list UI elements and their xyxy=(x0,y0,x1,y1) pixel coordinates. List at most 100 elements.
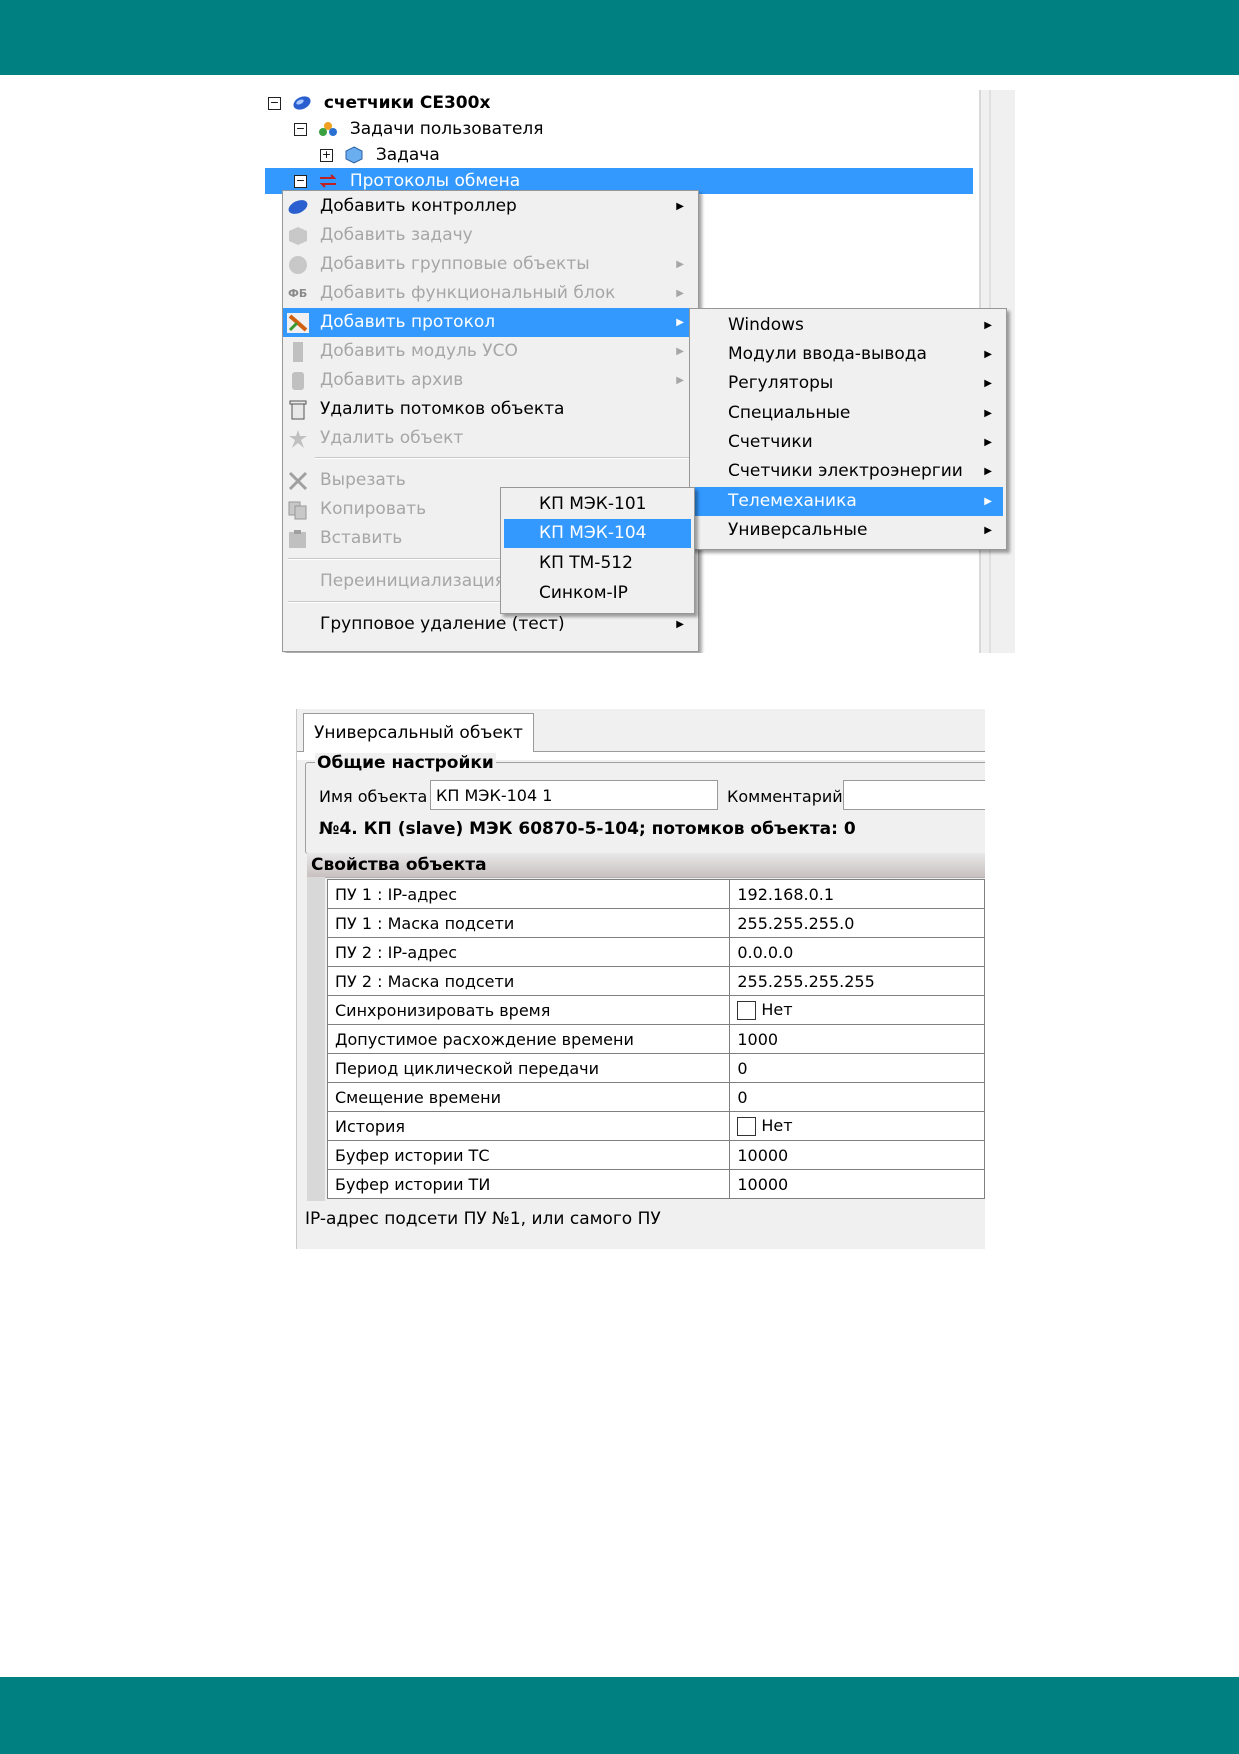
task-icon xyxy=(289,227,307,245)
menu-delete-object[interactable]: Удалить объект xyxy=(283,424,698,453)
menu-group-delete[interactable]: Групповое удаление (тест) ▶ xyxy=(283,610,698,639)
cut-icon xyxy=(288,471,308,491)
object-name-field[interactable]: КП МЭК-104 1 xyxy=(430,780,718,810)
tree-item-label: счетчики CE300x xyxy=(323,93,491,113)
submenu-arrow-icon: ▶ xyxy=(984,320,992,331)
controller-icon xyxy=(293,96,311,110)
submenu-telemechanics[interactable]: Телемеханика ▶ xyxy=(693,487,1003,516)
submenu-arrow-icon: ▶ xyxy=(984,437,992,448)
menu-add-archive[interactable]: Добавить архив ▶ xyxy=(283,366,698,395)
table-row[interactable]: Синхронизировать время Нет xyxy=(326,995,985,1025)
submenu-arrow-icon: ▶ xyxy=(676,619,684,630)
property-value[interactable]: 0.0.0.0 xyxy=(729,937,985,967)
table-row[interactable]: ПУ 2 : IP-адрес 0.0.0.0 xyxy=(326,937,985,967)
tab-universal-object[interactable]: Универсальный объект xyxy=(303,713,534,752)
function-block-icon: ФБ xyxy=(288,287,308,300)
table-row[interactable]: Смещение времени 0 xyxy=(326,1082,985,1112)
property-name: История xyxy=(326,1111,731,1141)
table-row[interactable]: Буфер истории ТС 10000 xyxy=(326,1140,985,1170)
submenu-universal[interactable]: Универсальные ▶ xyxy=(690,516,1006,545)
controller-icon xyxy=(288,200,308,214)
expand-icon[interactable]: + xyxy=(320,148,333,162)
tree-item-label: Протоколы обмена xyxy=(349,171,521,191)
properties-header: Свойства объекта xyxy=(307,853,985,878)
submenu-arrow-icon: ▶ xyxy=(984,525,992,536)
checkbox-label: Нет xyxy=(761,1116,793,1135)
collapse-icon[interactable]: − xyxy=(268,96,281,110)
copy-icon xyxy=(288,501,307,520)
submenu-sinkom-ip[interactable]: Синком-IP xyxy=(501,579,694,608)
table-row[interactable]: Допустимое расхождение времени 1000 xyxy=(326,1024,985,1054)
submenu-arrow-icon: ▶ xyxy=(984,378,992,389)
paste-icon xyxy=(289,530,306,548)
submenu-regulators[interactable]: Регуляторы ▶ xyxy=(690,369,1006,398)
property-value[interactable]: 10000 xyxy=(729,1140,985,1170)
comment-field[interactable] xyxy=(843,780,985,810)
menu-separator xyxy=(315,457,695,459)
submenu-io-modules[interactable]: Модули ввода-вывода ▶ xyxy=(690,340,1006,369)
tree-item-root[interactable]: − счетчики CE300x xyxy=(268,90,490,116)
property-name: Буфер истории ТИ xyxy=(326,1169,731,1199)
archive-icon xyxy=(292,372,304,390)
object-name-label: Имя объекта xyxy=(319,787,428,806)
property-value-checkbox[interactable]: Нет xyxy=(729,1111,985,1141)
submenu-arrow-icon: ▶ xyxy=(984,408,992,419)
collapse-icon[interactable]: − xyxy=(294,122,307,136)
property-value[interactable]: 0 xyxy=(729,1053,985,1083)
trash-icon xyxy=(289,400,307,420)
tree-item-task[interactable]: + Задача xyxy=(320,142,440,168)
menu-add-controller[interactable]: Добавить контроллер ▶ xyxy=(283,192,698,221)
exchange-arrows-icon xyxy=(319,174,337,188)
submenu-arrow-icon: ▶ xyxy=(676,259,684,270)
menu-add-group-objects[interactable]: Добавить групповые объекты ▶ xyxy=(283,250,698,279)
submenu-arrow-icon: ▶ xyxy=(676,375,684,386)
io-module-icon xyxy=(293,342,303,362)
table-row[interactable]: История Нет xyxy=(326,1111,985,1141)
property-value[interactable]: 0 xyxy=(729,1082,985,1112)
submenu-kp-iec-101[interactable]: КП МЭК-101 xyxy=(501,490,694,519)
submenu-electricity-meters[interactable]: Счетчики электроэнергии ▶ xyxy=(690,457,1006,486)
property-value[interactable]: 255.255.255.0 xyxy=(729,908,985,938)
submenu-arrow-icon: ▶ xyxy=(984,466,992,477)
property-value[interactable]: 192.168.0.1 xyxy=(729,879,985,909)
menu-add-function-block[interactable]: ФБ Добавить функциональный блок ▶ xyxy=(283,279,698,308)
property-value[interactable]: 255.255.255.255 xyxy=(729,966,985,996)
menu-add-io-module[interactable]: Добавить модуль УСО ▶ xyxy=(283,337,698,366)
submenu-arrow-icon: ▶ xyxy=(984,496,992,507)
tree-item-user-tasks[interactable]: − Задачи пользователя xyxy=(294,116,544,142)
property-name: Смещение времени xyxy=(326,1082,731,1112)
object-properties-screenshot: Универсальный объект Общие настройки Имя… xyxy=(296,709,985,1249)
submenu-windows[interactable]: Windows ▶ xyxy=(690,311,1006,340)
tree-item-label: Задачи пользователя xyxy=(349,119,544,139)
property-value[interactable]: 10000 xyxy=(729,1169,985,1199)
table-row[interactable]: Буфер истории ТИ 10000 xyxy=(326,1169,985,1199)
submenu-kp-tm-512[interactable]: КП ТМ-512 xyxy=(501,549,694,578)
property-name: Период циклической передачи xyxy=(326,1053,731,1083)
tree-context-menu-screenshot: − счетчики CE300x − Задачи пользователя … xyxy=(262,90,1015,653)
table-row[interactable]: ПУ 2 : Маска подсети 255.255.255.255 xyxy=(326,966,985,996)
property-value[interactable]: 1000 xyxy=(729,1024,985,1054)
properties-grid: ПУ 1 : IP-адрес 192.168.0.1 ПУ 1 : Маска … xyxy=(326,879,985,1199)
table-row[interactable]: ПУ 1 : Маска подсети 255.255.255.0 xyxy=(326,908,985,938)
checkbox[interactable] xyxy=(737,1117,757,1136)
menu-add-protocol[interactable]: Добавить протокол ▶ xyxy=(283,308,698,337)
property-name: Допустимое расхождение времени xyxy=(326,1024,731,1054)
task-cube-icon xyxy=(345,146,363,164)
table-row[interactable]: Период циклической передачи 0 xyxy=(326,1053,985,1083)
property-value-checkbox[interactable]: Нет xyxy=(729,995,985,1025)
submenu-meters[interactable]: Счетчики ▶ xyxy=(690,428,1006,457)
menu-delete-children[interactable]: Удалить потомков объекта xyxy=(283,395,698,424)
bottom-footer-bar xyxy=(0,1677,1239,1754)
submenu-arrow-icon: ▶ xyxy=(676,346,684,357)
checkbox[interactable] xyxy=(737,1001,757,1020)
submenu-arrow-icon: ▶ xyxy=(676,201,684,212)
top-header-bar xyxy=(0,0,1239,75)
submenu-kp-iec-104[interactable]: КП МЭК-104 xyxy=(504,519,691,548)
property-name: ПУ 2 : Маска подсети xyxy=(326,966,731,996)
properties-gutter xyxy=(307,877,325,1201)
collapse-icon[interactable]: − xyxy=(294,174,307,188)
submenu-special[interactable]: Специальные ▶ xyxy=(690,399,1006,428)
menu-add-task[interactable]: Добавить задачу xyxy=(283,221,698,250)
table-row[interactable]: ПУ 1 : IP-адрес 192.168.0.1 xyxy=(326,879,985,909)
tree-item-label: Задача xyxy=(375,145,440,165)
